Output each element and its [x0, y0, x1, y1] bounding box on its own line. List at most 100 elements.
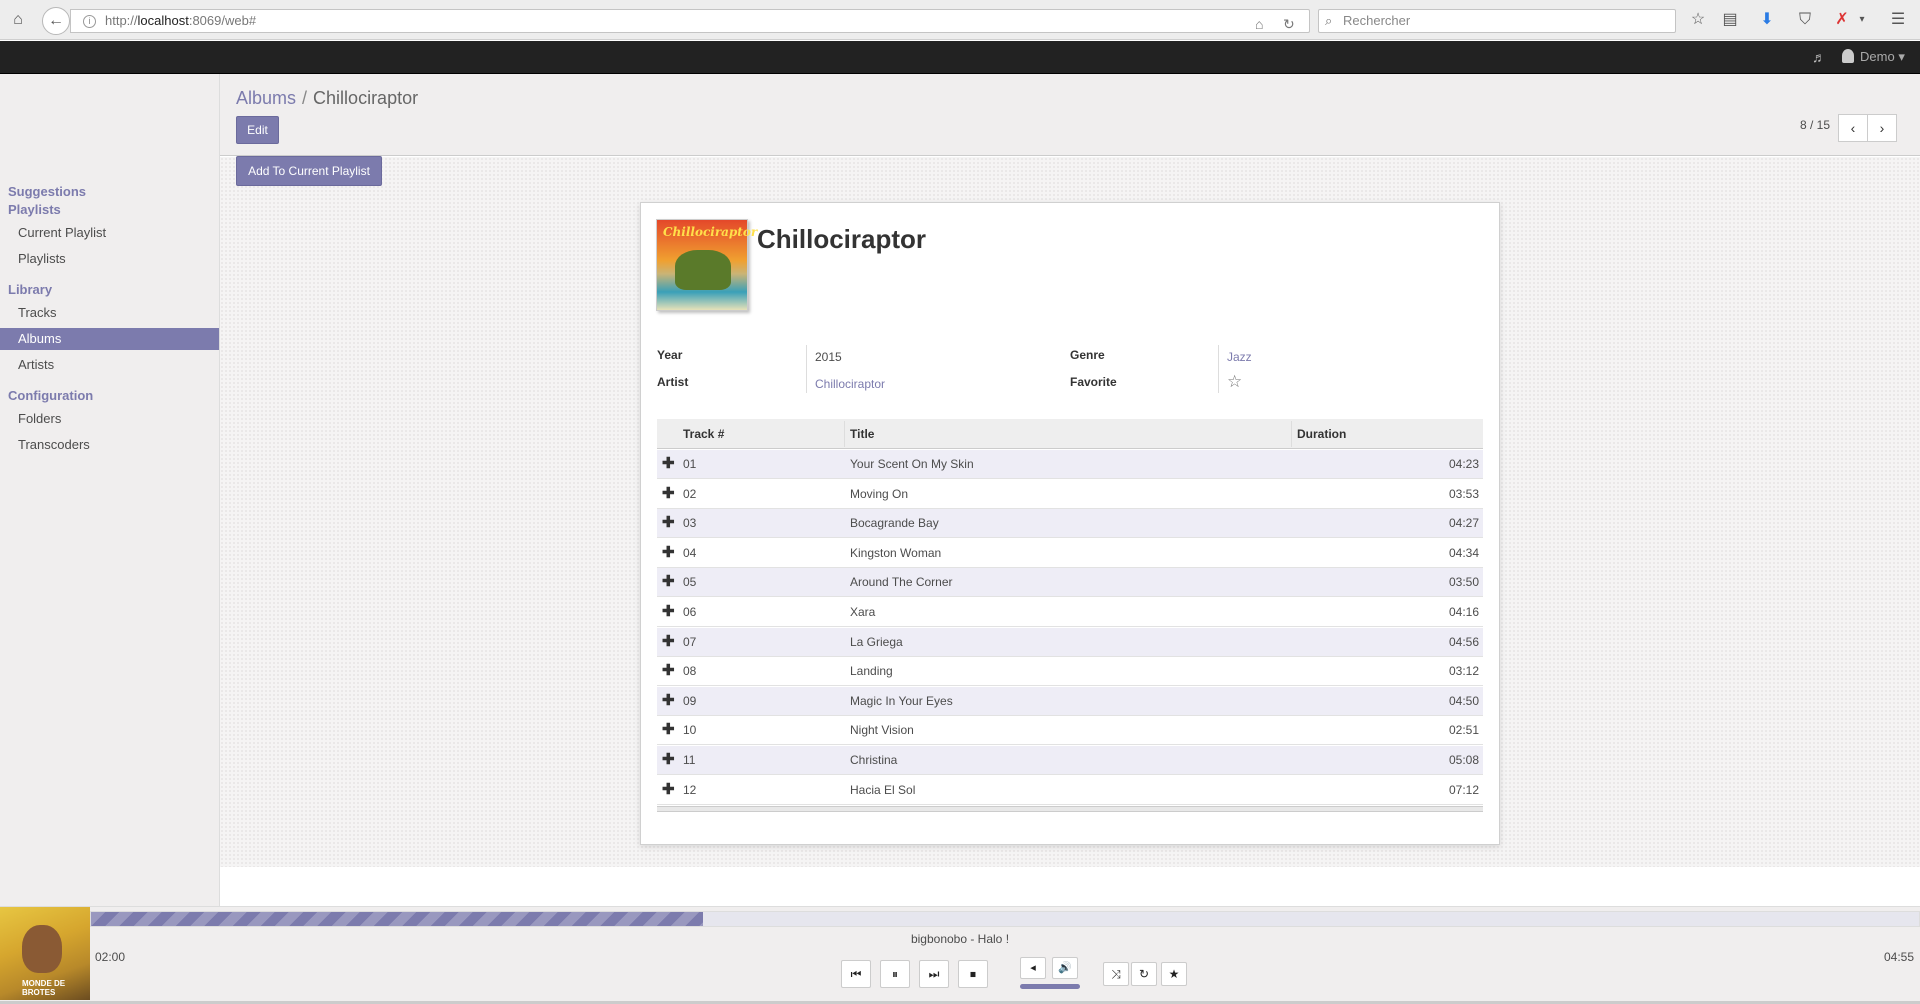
- favorite-star-icon[interactable]: ☆: [1227, 372, 1242, 392]
- add-to-playlist-icon[interactable]: ✚: [662, 752, 675, 768]
- track-number: 05: [683, 575, 697, 590]
- browser-search-input[interactable]: ⌕ Rechercher: [1318, 9, 1676, 33]
- track-duration: 03:50: [1448, 575, 1479, 590]
- add-to-playlist-icon[interactable]: ✚: [662, 604, 675, 620]
- user-menu[interactable]: Demo ▾: [1842, 49, 1905, 65]
- volume-slider[interactable]: [1020, 984, 1080, 989]
- url-host: localhost: [137, 13, 189, 28]
- reading-list-icon[interactable]: ▤: [1720, 10, 1740, 30]
- track-number: 01: [683, 457, 697, 471]
- home-icon[interactable]: ⌂: [8, 10, 28, 30]
- next-track-button[interactable]: ⏭: [919, 960, 949, 988]
- stop-button[interactable]: ⏹: [958, 960, 988, 988]
- repeat-button[interactable]: ↻: [1131, 962, 1157, 986]
- control-panel: Albums / Chillociraptor Edit 8 / 15 ‹ ›: [220, 74, 1920, 156]
- tracks-table-footer: [657, 806, 1483, 812]
- sidebar: Suggestions Playlists Current Playlist P…: [0, 74, 220, 906]
- table-row[interactable]: ✚ 07 La Griega 04:56: [657, 627, 1483, 657]
- back-button[interactable]: ←: [42, 7, 70, 35]
- sidebar-item-tracks[interactable]: Tracks: [0, 302, 219, 324]
- artist-link[interactable]: Chillociraptor: [815, 377, 885, 391]
- track-number: 11: [683, 753, 696, 767]
- pause-button[interactable]: ⏸: [880, 960, 910, 988]
- track-title: Landing: [850, 664, 893, 679]
- reload-icon[interactable]: ↻: [1283, 13, 1295, 35]
- playback-progress-fill: [91, 912, 704, 926]
- volume-down-button[interactable]: ◂: [1020, 957, 1046, 979]
- download-icon[interactable]: ⬇: [1757, 10, 1777, 30]
- track-duration: 05:08: [1448, 753, 1479, 767]
- table-row[interactable]: ✚ 08 Landing 03:12: [657, 657, 1483, 687]
- add-to-playlist-icon[interactable]: ✚: [662, 663, 675, 679]
- table-row[interactable]: ✚ 04 Kingston Woman 04:34: [657, 539, 1483, 568]
- track-title: Night Vision: [850, 723, 914, 738]
- shield-icon[interactable]: ⛉: [1795, 10, 1815, 30]
- playback-progress-bar[interactable]: [90, 911, 1920, 927]
- genre-link[interactable]: Jazz: [1227, 350, 1252, 364]
- add-to-playlist-icon[interactable]: ✚: [662, 574, 675, 590]
- chevron-down-icon[interactable]: ▾: [1852, 10, 1872, 30]
- add-to-playlist-icon[interactable]: ✚: [662, 544, 675, 561]
- table-row[interactable]: ✚ 03 Bocagrande Bay 04:27: [657, 509, 1483, 539]
- search-icon: ⌕: [1325, 13, 1333, 28]
- shuffle-button[interactable]: ⤨: [1103, 962, 1129, 986]
- artist-label: Artist: [657, 375, 689, 389]
- table-row[interactable]: ✚ 06 Xara 04:16: [657, 598, 1483, 627]
- field-divider: [806, 345, 807, 393]
- sidebar-item-folders[interactable]: Folders: [0, 408, 219, 430]
- total-time: 04:55: [1884, 950, 1915, 964]
- favorite-track-button[interactable]: ★: [1161, 962, 1187, 986]
- track-title: Your Scent On My Skin: [850, 457, 974, 471]
- sidebar-item-albums[interactable]: Albums: [0, 328, 219, 350]
- sidebar-item-transcoders[interactable]: Transcoders: [0, 434, 219, 456]
- track-title: Christina: [850, 753, 898, 767]
- add-to-playlist-icon[interactable]: ✚: [662, 456, 675, 472]
- table-row[interactable]: ✚ 11 Christina 05:08: [657, 746, 1483, 775]
- track-title: Magic In Your Eyes: [850, 693, 953, 708]
- track-title: Bocagrande Bay: [850, 516, 939, 531]
- edit-button[interactable]: Edit: [236, 116, 279, 144]
- addon-icon[interactable]: ✗: [1832, 10, 1852, 30]
- music-note-icon[interactable]: ♬: [1812, 49, 1826, 65]
- track-duration: 03:12: [1448, 664, 1479, 679]
- volume-up-button[interactable]: 🔊: [1052, 957, 1078, 979]
- pager-previous-button[interactable]: ‹: [1838, 114, 1868, 142]
- info-icon[interactable]: i: [83, 15, 96, 28]
- pager-next-button[interactable]: ›: [1867, 114, 1897, 142]
- previous-track-button[interactable]: ⏮: [841, 960, 871, 988]
- add-to-playlist-icon[interactable]: ✚: [662, 722, 675, 738]
- add-to-playlist-icon[interactable]: ✚: [662, 633, 675, 650]
- url-bar[interactable]: i http://localhost:8069/web# ⌂ ↻: [70, 9, 1310, 33]
- breadcrumb-albums-link[interactable]: Albums: [236, 88, 296, 108]
- add-to-playlist-icon[interactable]: ✚: [662, 781, 675, 798]
- add-to-current-playlist-button[interactable]: Add To Current Playlist: [236, 156, 382, 186]
- track-number: 09: [683, 693, 697, 708]
- add-to-playlist-icon[interactable]: ✚: [662, 692, 675, 709]
- track-number: 03: [683, 516, 697, 531]
- add-to-playlist-icon[interactable]: ✚: [662, 515, 675, 531]
- app-topbar: ♬ Demo ▾: [0, 41, 1920, 74]
- pager-value: 8 / 15: [1800, 118, 1831, 132]
- home-page-icon[interactable]: ⌂: [1255, 13, 1263, 35]
- sidebar-item-artists[interactable]: Artists: [0, 354, 219, 376]
- sidebar-item-playlists[interactable]: Playlists: [0, 248, 219, 270]
- field-divider: [1218, 345, 1219, 393]
- track-number: 08: [683, 664, 697, 679]
- table-row[interactable]: ✚ 02 Moving On 03:53: [657, 480, 1483, 509]
- table-row[interactable]: ✚ 10 Night Vision 02:51: [657, 716, 1483, 746]
- track-duration: 03:53: [1448, 486, 1479, 501]
- table-row[interactable]: ✚ 05 Around The Corner 03:50: [657, 568, 1483, 598]
- column-header-track-number[interactable]: Track #: [677, 419, 724, 449]
- table-row[interactable]: ✚ 09 Magic In Your Eyes 04:50: [657, 686, 1483, 716]
- table-row[interactable]: ✚ 12 Hacia El Sol 07:12: [657, 776, 1483, 805]
- sidebar-item-current-playlist[interactable]: Current Playlist: [0, 222, 219, 244]
- bookmark-star-icon[interactable]: ☆: [1688, 10, 1708, 30]
- column-header-title[interactable]: Title: [844, 419, 874, 449]
- add-to-playlist-icon[interactable]: ✚: [662, 485, 675, 502]
- search-placeholder: Rechercher: [1343, 13, 1411, 28]
- menu-icon[interactable]: ☰: [1888, 10, 1908, 30]
- column-header-duration[interactable]: Duration: [1291, 419, 1346, 449]
- breadcrumb-current: Chillociraptor: [313, 88, 419, 108]
- track-number: 02: [683, 486, 697, 501]
- table-row[interactable]: ✚ 01 Your Scent On My Skin 04:23: [657, 450, 1483, 479]
